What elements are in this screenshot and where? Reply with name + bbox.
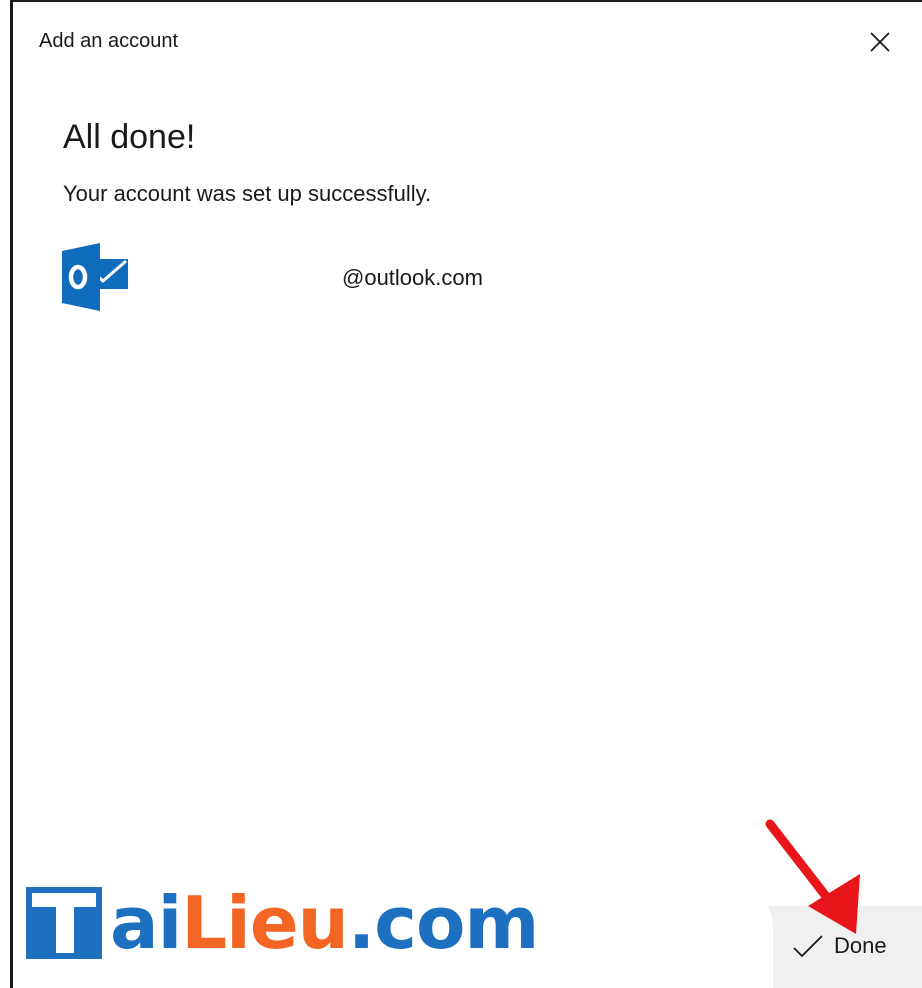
watermark-text-lieu: Lieu: [181, 881, 349, 965]
window-left-border: [0, 0, 13, 988]
success-heading: All done!: [63, 118, 196, 156]
close-icon: [870, 32, 890, 52]
outlook-logo-icon: [62, 243, 128, 311]
watermark-logo: ai Lieu .com: [26, 878, 540, 968]
watermark-text-ai: ai: [110, 881, 182, 965]
watermark-text-com: .com: [347, 881, 540, 965]
dialog-title: Add an account: [39, 30, 178, 52]
window-top-border: [0, 0, 922, 2]
close-button[interactable]: [858, 20, 902, 64]
success-message: Your account was set up successfully.: [63, 181, 432, 206]
account-email: @outlook.com: [342, 265, 483, 290]
add-account-dialog: Add an account All done! Your account wa…: [0, 0, 922, 988]
red-arrow-annotation: [765, 819, 860, 934]
account-row: @outlook.com: [62, 243, 662, 313]
watermark-t-glyph: [26, 887, 102, 959]
